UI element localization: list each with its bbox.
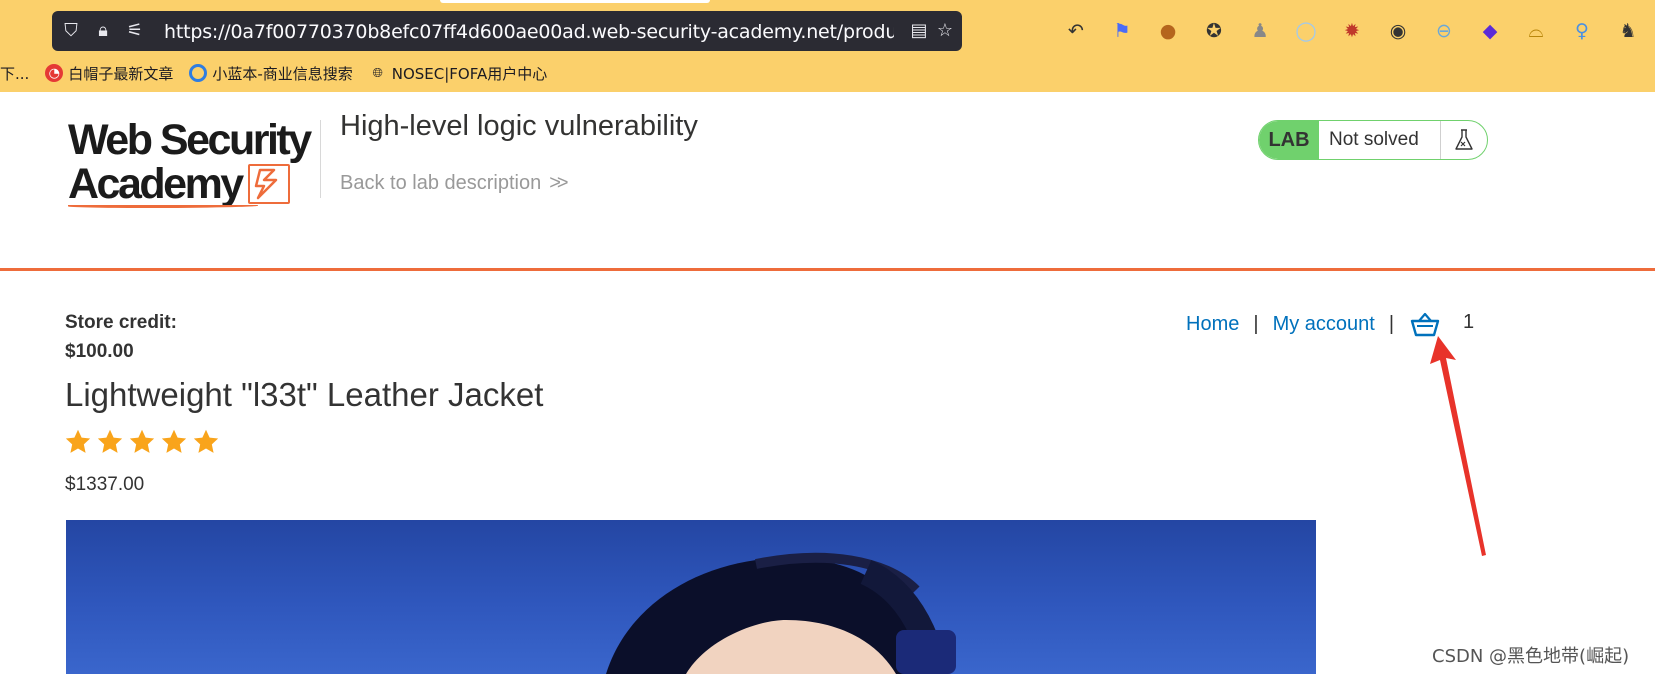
toggle-icon[interactable]: ⊖ [1426,16,1462,46]
hat-icon[interactable]: ⌓ [1518,16,1554,46]
home-link[interactable]: Home [1186,313,1239,336]
bookmark-label: 白帽子最新文章 [68,64,174,83]
star-icon [193,429,219,453]
lock-icon[interactable]: 🔒︎ [92,21,114,41]
spy-icon[interactable]: ♟ [1242,16,1278,46]
extensions-toolbar: ↶ ⚑ ● ✪ ♟ ◯ ✹ ◉ ⊖ ◆ ⌓ ♀ ♞ [1058,16,1646,46]
globe-icon: 🌐︎ [372,65,383,81]
reader-view-icon[interactable]: ▤ [908,21,930,41]
lab-tag: LAB [1259,121,1319,159]
product-title: Lightweight "l33t" Leather Jacket [65,376,544,413]
star-icon [65,429,91,453]
bookmark-label: NOSEC|FOFA用户中心 [391,64,548,83]
product-photo-illustration [606,552,956,674]
bookmark-item[interactable]: 小蓝本-商业信息搜索 [189,63,353,84]
header-rule [0,268,1655,271]
url-text[interactable]: https://0a7f00770370b8efc07ff4d600ae00ad… [164,21,894,43]
star-icon [129,429,155,453]
cookie-icon[interactable]: ● [1150,16,1186,46]
bookmark-item[interactable]: ◔ 白帽子最新文章 [45,63,173,84]
product-price: $1337.00 [65,474,145,495]
bookmark-item[interactable]: 🌐︎ NOSEC|FOFA用户中心 [369,63,548,84]
flask-icon [1441,121,1487,159]
bookmark-label: 下... [0,64,30,83]
lab-title: High-level logic vulnerability [340,110,698,142]
logo-line1: Web Security [68,116,312,164]
pin-icon[interactable]: ♀ [1564,16,1600,46]
bookmarks-bar: 下... ◔ 白帽子最新文章 小蓝本-商业信息搜索 🌐︎ NOSEC|FOFA用户中… [0,58,563,88]
header-divider [320,120,321,198]
cube-icon[interactable]: ◆ [1472,16,1508,46]
cookie-editor-icon[interactable]: ✪ [1196,16,1232,46]
address-bar[interactable]: ⛉ 🔒︎ ⚟ https://0a7f00770370b8efc07ff4d60… [52,11,962,51]
undo-icon[interactable]: ↶ [1058,16,1094,46]
logo-line2: Academy [68,160,244,208]
lab-status: Not solved [1319,121,1441,159]
web-security-academy-logo[interactable]: Web Security Academy [68,118,318,210]
lab-status-badge: LAB Not solved [1258,120,1488,160]
store-credit-value: $100.00 [65,341,134,362]
star-icon [97,429,123,453]
screenshot-root: ⛉ 🔒︎ ⚟ https://0a7f00770370b8efc07ff4d60… [0,0,1655,674]
csdn-watermark: CSDN @黑色地带(崛起) [1432,646,1630,667]
cart-icon[interactable] [1410,311,1440,337]
annotation-arrow [1430,336,1486,556]
active-tab-edge [440,0,710,3]
back-to-lab-description-link[interactable]: Back to lab description >> [340,172,569,195]
top-nav: Home | My account | [1186,310,1440,338]
xiaolanben-icon [189,64,208,82]
bookmark-label: 小蓝本-商业信息搜索 [212,64,353,83]
gear-icon[interactable]: ✹ [1334,16,1370,46]
product-rating [64,428,220,456]
back-link-label: Back to lab description [340,172,542,194]
baimaozi-icon: ◔ [45,64,64,82]
ring-icon[interactable]: ◯ [1288,16,1324,46]
browser-toolbar: ⛉ 🔒︎ ⚟ https://0a7f00770370b8efc07ff4d60… [0,0,1655,92]
product-image [66,520,1316,674]
nav-separator: | [1253,312,1259,335]
nav-separator: | [1388,312,1395,335]
store-credit-label: Store credit: [65,312,177,333]
bookmark-item[interactable]: 下... [0,63,29,84]
my-account-link[interactable]: My account [1273,313,1375,336]
bookmark-icon[interactable]: ⚑ [1104,16,1140,46]
double-chevron-right-icon: >> [549,172,568,194]
star-bookmark-icon[interactable]: ☆ [934,21,956,41]
star-icon [161,429,187,453]
permissions-icon[interactable]: ⚟ [124,21,146,41]
shield-icon[interactable]: ⛉ [60,21,82,41]
hacker-icon[interactable]: ♞ [1610,16,1646,46]
cart-count[interactable]: 1 [1463,311,1474,334]
logo-mark-icon [248,164,290,204]
glasses-icon[interactable]: ◉ [1380,16,1416,46]
